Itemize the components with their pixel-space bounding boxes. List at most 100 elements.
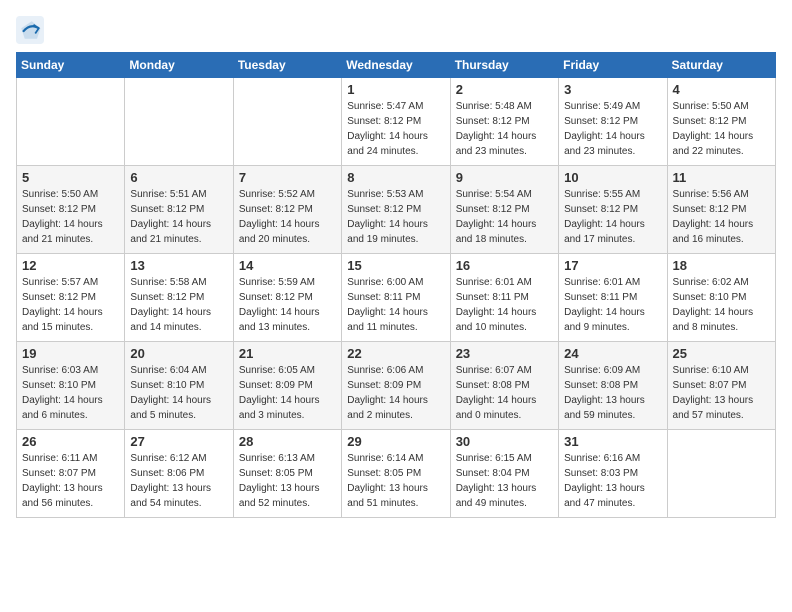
day-number: 2 <box>456 82 553 97</box>
day-number: 20 <box>130 346 227 361</box>
day-info: Sunrise: 5:55 AM Sunset: 8:12 PM Dayligh… <box>564 187 661 247</box>
calendar-cell: 23Sunrise: 6:07 AM Sunset: 8:08 PM Dayli… <box>450 342 558 430</box>
calendar-cell: 27 Sunrise: 6:12 AM Sunset: 8:06 PM Dayli… <box>125 430 233 518</box>
day-number: 16 <box>456 258 553 273</box>
day-info: Sunrise: 5:59 AM Sunset: 8:12 PM Dayligh… <box>239 275 336 335</box>
day-info: Sunrise: 5:53 AM Sunset: 8:12 PM Dayligh… <box>347 187 444 247</box>
calendar-cell: 3Sunrise: 5:49 AM Sunset: 8:12 PM Daylig… <box>559 78 667 166</box>
day-info: Sunrise: 6:00 AM Sunset: 8:11 PM Dayligh… <box>347 275 444 335</box>
day-info: Sunrise: 5:50 AM Sunset: 8:12 PM Dayligh… <box>22 187 119 247</box>
day-number: 25 <box>673 346 770 361</box>
day-number: 1 <box>347 82 444 97</box>
day-info: Sunrise: 6:13 AM Sunset: 8:05 PM Dayligh… <box>239 451 336 511</box>
weekday-header-friday: Friday <box>559 53 667 78</box>
calendar-cell <box>667 430 775 518</box>
week-row-4: 19 Sunrise: 6:03 AM Sunset: 8:10 PM Dayli… <box>17 342 776 430</box>
calendar-cell: 14 Sunrise: 5:59 AM Sunset: 8:12 PM Dayli… <box>233 254 341 342</box>
day-info: Sunrise: 6:15 AM Sunset: 8:04 PM Dayligh… <box>456 451 553 511</box>
day-number: 26 <box>22 434 119 449</box>
day-info: Sunrise: 5:47 AM Sunset: 8:12 PM Dayligh… <box>347 99 444 159</box>
day-info: Sunrise: 5:52 AM Sunset: 8:12 PM Dayligh… <box>239 187 336 247</box>
calendar-cell: 24 Sunrise: 6:09 AM Sunset: 8:08 PM Dayli… <box>559 342 667 430</box>
day-info: Sunrise: 6:01 AM Sunset: 8:11 PM Dayligh… <box>564 275 661 335</box>
weekday-header-saturday: Saturday <box>667 53 775 78</box>
day-number: 7 <box>239 170 336 185</box>
day-number: 6 <box>130 170 227 185</box>
calendar-cell: 13Sunrise: 5:58 AM Sunset: 8:12 PM Dayli… <box>125 254 233 342</box>
day-number: 9 <box>456 170 553 185</box>
day-info: Sunrise: 5:57 AM Sunset: 8:12 PM Dayligh… <box>22 275 119 335</box>
day-number: 19 <box>22 346 119 361</box>
calendar-cell: 2 Sunrise: 5:48 AM Sunset: 8:12 PM Daylig… <box>450 78 558 166</box>
calendar-cell: 4Sunrise: 5:50 AM Sunset: 8:12 PM Daylig… <box>667 78 775 166</box>
day-info: Sunrise: 6:05 AM Sunset: 8:09 PM Dayligh… <box>239 363 336 423</box>
day-info: Sunrise: 6:04 AM Sunset: 8:10 PM Dayligh… <box>130 363 227 423</box>
weekday-header-wednesday: Wednesday <box>342 53 450 78</box>
calendar-cell: 31Sunrise: 6:16 AM Sunset: 8:03 PM Dayli… <box>559 430 667 518</box>
weekday-header-monday: Monday <box>125 53 233 78</box>
calendar-cell: 17 Sunrise: 6:01 AM Sunset: 8:11 PM Dayli… <box>559 254 667 342</box>
calendar-cell: 29Sunrise: 6:14 AM Sunset: 8:05 PM Dayli… <box>342 430 450 518</box>
day-number: 5 <box>22 170 119 185</box>
day-info: Sunrise: 6:07 AM Sunset: 8:08 PM Dayligh… <box>456 363 553 423</box>
calendar-cell: 7 Sunrise: 5:52 AM Sunset: 8:12 PM Daylig… <box>233 166 341 254</box>
day-number: 11 <box>673 170 770 185</box>
day-info: Sunrise: 6:14 AM Sunset: 8:05 PM Dayligh… <box>347 451 444 511</box>
day-number: 18 <box>673 258 770 273</box>
day-info: Sunrise: 5:56 AM Sunset: 8:12 PM Dayligh… <box>673 187 770 247</box>
calendar-cell <box>233 78 341 166</box>
day-info: Sunrise: 6:02 AM Sunset: 8:10 PM Dayligh… <box>673 275 770 335</box>
weekday-header-row: SundayMondayTuesdayWednesdayThursdayFrid… <box>17 53 776 78</box>
day-number: 27 <box>130 434 227 449</box>
day-number: 12 <box>22 258 119 273</box>
day-info: Sunrise: 5:54 AM Sunset: 8:12 PM Dayligh… <box>456 187 553 247</box>
calendar-cell: 18 Sunrise: 6:02 AM Sunset: 8:10 PM Dayli… <box>667 254 775 342</box>
calendar-cell: 16Sunrise: 6:01 AM Sunset: 8:11 PM Dayli… <box>450 254 558 342</box>
day-info: Sunrise: 6:09 AM Sunset: 8:08 PM Dayligh… <box>564 363 661 423</box>
day-number: 30 <box>456 434 553 449</box>
day-info: Sunrise: 6:11 AM Sunset: 8:07 PM Dayligh… <box>22 451 119 511</box>
calendar-table: SundayMondayTuesdayWednesdayThursdayFrid… <box>16 52 776 518</box>
weekday-header-thursday: Thursday <box>450 53 558 78</box>
calendar-cell: 11 Sunrise: 5:56 AM Sunset: 8:12 PM Dayli… <box>667 166 775 254</box>
week-row-3: 12 Sunrise: 5:57 AM Sunset: 8:12 PM Dayli… <box>17 254 776 342</box>
day-number: 31 <box>564 434 661 449</box>
day-number: 24 <box>564 346 661 361</box>
day-number: 8 <box>347 170 444 185</box>
day-number: 22 <box>347 346 444 361</box>
calendar-cell: 28 Sunrise: 6:13 AM Sunset: 8:05 PM Dayli… <box>233 430 341 518</box>
calendar-cell: 8 Sunrise: 5:53 AM Sunset: 8:12 PM Daylig… <box>342 166 450 254</box>
logo <box>16 16 48 44</box>
day-info: Sunrise: 6:06 AM Sunset: 8:09 PM Dayligh… <box>347 363 444 423</box>
calendar-cell: 19 Sunrise: 6:03 AM Sunset: 8:10 PM Dayli… <box>17 342 125 430</box>
calendar-cell: 25 Sunrise: 6:10 AM Sunset: 8:07 PM Dayli… <box>667 342 775 430</box>
weekday-header-tuesday: Tuesday <box>233 53 341 78</box>
weekday-header-sunday: Sunday <box>17 53 125 78</box>
calendar-cell: 6 Sunrise: 5:51 AM Sunset: 8:12 PM Daylig… <box>125 166 233 254</box>
calendar-cell: 30 Sunrise: 6:15 AM Sunset: 8:04 PM Dayli… <box>450 430 558 518</box>
week-row-1: 1 Sunrise: 5:47 AM Sunset: 8:12 PM Daylig… <box>17 78 776 166</box>
calendar-cell: 1 Sunrise: 5:47 AM Sunset: 8:12 PM Daylig… <box>342 78 450 166</box>
week-row-5: 26 Sunrise: 6:11 AM Sunset: 8:07 PM Dayli… <box>17 430 776 518</box>
calendar-cell: 10Sunrise: 5:55 AM Sunset: 8:12 PM Dayli… <box>559 166 667 254</box>
day-info: Sunrise: 6:03 AM Sunset: 8:10 PM Dayligh… <box>22 363 119 423</box>
calendar-cell: 9 Sunrise: 5:54 AM Sunset: 8:12 PM Daylig… <box>450 166 558 254</box>
day-number: 17 <box>564 258 661 273</box>
calendar-cell <box>125 78 233 166</box>
day-number: 15 <box>347 258 444 273</box>
day-number: 13 <box>130 258 227 273</box>
calendar-cell: 26 Sunrise: 6:11 AM Sunset: 8:07 PM Dayli… <box>17 430 125 518</box>
day-info: Sunrise: 6:12 AM Sunset: 8:06 PM Dayligh… <box>130 451 227 511</box>
day-info: Sunrise: 5:49 AM Sunset: 8:12 PM Dayligh… <box>564 99 661 159</box>
calendar-cell: 5 Sunrise: 5:50 AM Sunset: 8:12 PM Daylig… <box>17 166 125 254</box>
logo-icon <box>16 16 44 44</box>
calendar-cell: 15 Sunrise: 6:00 AM Sunset: 8:11 PM Dayli… <box>342 254 450 342</box>
day-number: 28 <box>239 434 336 449</box>
calendar-cell: 12 Sunrise: 5:57 AM Sunset: 8:12 PM Dayli… <box>17 254 125 342</box>
day-info: Sunrise: 5:51 AM Sunset: 8:12 PM Dayligh… <box>130 187 227 247</box>
week-row-2: 5 Sunrise: 5:50 AM Sunset: 8:12 PM Daylig… <box>17 166 776 254</box>
day-info: Sunrise: 6:10 AM Sunset: 8:07 PM Dayligh… <box>673 363 770 423</box>
day-info: Sunrise: 5:48 AM Sunset: 8:12 PM Dayligh… <box>456 99 553 159</box>
calendar-cell: 20 Sunrise: 6:04 AM Sunset: 8:10 PM Dayli… <box>125 342 233 430</box>
day-number: 14 <box>239 258 336 273</box>
